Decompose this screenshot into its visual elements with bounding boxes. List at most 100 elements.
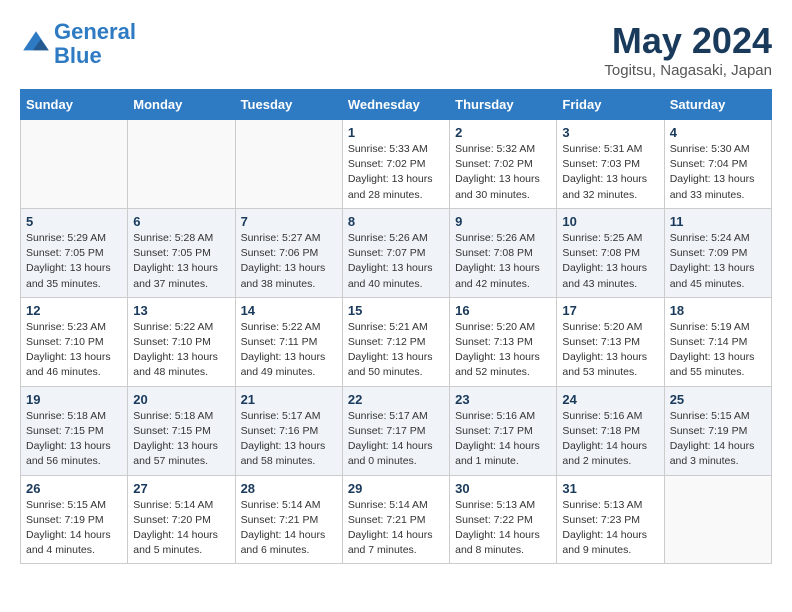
day-detail: Sunrise: 5:22 AMSunset: 7:10 PMDaylight:… bbox=[133, 320, 229, 381]
logo: General Blue bbox=[20, 20, 136, 68]
day-number: 11 bbox=[670, 214, 766, 229]
calendar-cell: 30 Sunrise: 5:13 AMSunset: 7:22 PMDayligh… bbox=[450, 475, 557, 564]
day-number: 19 bbox=[26, 392, 122, 407]
day-number: 20 bbox=[133, 392, 229, 407]
day-detail: Sunrise: 5:30 AMSunset: 7:04 PMDaylight:… bbox=[670, 142, 766, 203]
calendar-week-2: 12 Sunrise: 5:23 AMSunset: 7:10 PMDayligh… bbox=[21, 297, 772, 386]
calendar-cell: 3 Sunrise: 5:31 AMSunset: 7:03 PMDaylight… bbox=[557, 120, 664, 209]
calendar-cell bbox=[21, 120, 128, 209]
location: Togitsu, Nagasaki, Japan bbox=[604, 62, 772, 79]
day-number: 26 bbox=[26, 481, 122, 496]
calendar-cell: 15 Sunrise: 5:21 AMSunset: 7:12 PMDayligh… bbox=[342, 297, 449, 386]
day-number: 4 bbox=[670, 125, 766, 140]
calendar-week-1: 5 Sunrise: 5:29 AMSunset: 7:05 PMDaylight… bbox=[21, 208, 772, 297]
calendar-cell: 9Sunrise: 5:26 AMSunset: 7:08 PMDaylight… bbox=[450, 208, 557, 297]
day-number: 15 bbox=[348, 303, 444, 318]
calendar-cell: 13 Sunrise: 5:22 AMSunset: 7:10 PMDayligh… bbox=[128, 297, 235, 386]
day-number: 6 bbox=[133, 214, 229, 229]
calendar-cell: 4 Sunrise: 5:30 AMSunset: 7:04 PMDaylight… bbox=[664, 120, 771, 209]
calendar-cell: 19Sunrise: 5:18 AMSunset: 7:15 PMDayligh… bbox=[21, 386, 128, 475]
day-detail: Sunrise: 5:23 AMSunset: 7:10 PMDaylight:… bbox=[26, 320, 122, 381]
day-detail: Sunrise: 5:25 AMSunset: 7:08 PMDaylight:… bbox=[562, 231, 658, 292]
day-number: 21 bbox=[241, 392, 337, 407]
calendar-cell: 28Sunrise: 5:14 AMSunset: 7:21 PMDayligh… bbox=[235, 475, 342, 564]
day-detail: Sunrise: 5:17 AMSunset: 7:17 PMDaylight:… bbox=[348, 409, 444, 470]
title-block: May 2024 Togitsu, Nagasaki, Japan bbox=[604, 20, 772, 79]
day-detail: Sunrise: 5:22 AMSunset: 7:11 PMDaylight:… bbox=[241, 320, 337, 381]
day-number: 1 bbox=[348, 125, 444, 140]
calendar-cell: 2 Sunrise: 5:32 AMSunset: 7:02 PMDaylight… bbox=[450, 120, 557, 209]
day-number: 14 bbox=[241, 303, 337, 318]
calendar-table: SundayMondayTuesdayWednesdayThursdayFrid… bbox=[20, 89, 772, 564]
day-detail: Sunrise: 5:13 AMSunset: 7:23 PMDaylight:… bbox=[562, 498, 658, 559]
logo-icon bbox=[20, 28, 52, 60]
day-number: 13 bbox=[133, 303, 229, 318]
calendar-cell: 18Sunrise: 5:19 AMSunset: 7:14 PMDayligh… bbox=[664, 297, 771, 386]
day-number: 23 bbox=[455, 392, 551, 407]
month-title: May 2024 bbox=[604, 20, 772, 62]
day-detail: Sunrise: 5:33 AMSunset: 7:02 PMDaylight:… bbox=[348, 142, 444, 203]
calendar-cell: 21 Sunrise: 5:17 AMSunset: 7:16 PMDayligh… bbox=[235, 386, 342, 475]
day-number: 10 bbox=[562, 214, 658, 229]
day-detail: Sunrise: 5:26 AMSunset: 7:08 PMDaylight:… bbox=[455, 231, 551, 292]
day-detail: Sunrise: 5:32 AMSunset: 7:02 PMDaylight:… bbox=[455, 142, 551, 203]
day-detail: Sunrise: 5:20 AMSunset: 7:13 PMDaylight:… bbox=[562, 320, 658, 381]
calendar-cell bbox=[128, 120, 235, 209]
day-detail: Sunrise: 5:29 AMSunset: 7:05 PMDaylight:… bbox=[26, 231, 122, 292]
calendar-cell: 17Sunrise: 5:20 AMSunset: 7:13 PMDayligh… bbox=[557, 297, 664, 386]
day-detail: Sunrise: 5:24 AMSunset: 7:09 PMDaylight:… bbox=[670, 231, 766, 292]
day-number: 30 bbox=[455, 481, 551, 496]
calendar-week-4: 26 Sunrise: 5:15 AMSunset: 7:19 PMDayligh… bbox=[21, 475, 772, 564]
logo-line2: Blue bbox=[54, 43, 102, 68]
day-detail: Sunrise: 5:14 AMSunset: 7:21 PMDaylight:… bbox=[348, 498, 444, 559]
header-cell-friday: Friday bbox=[557, 90, 664, 120]
day-detail: Sunrise: 5:14 AMSunset: 7:20 PMDaylight:… bbox=[133, 498, 229, 559]
calendar-cell: 1 Sunrise: 5:33 AMSunset: 7:02 PMDaylight… bbox=[342, 120, 449, 209]
day-detail: Sunrise: 5:31 AMSunset: 7:03 PMDaylight:… bbox=[562, 142, 658, 203]
day-number: 31 bbox=[562, 481, 658, 496]
day-detail: Sunrise: 5:20 AMSunset: 7:13 PMDaylight:… bbox=[455, 320, 551, 381]
day-detail: Sunrise: 5:15 AMSunset: 7:19 PMDaylight:… bbox=[670, 409, 766, 470]
day-number: 28 bbox=[241, 481, 337, 496]
header-cell-monday: Monday bbox=[128, 90, 235, 120]
header-cell-sunday: Sunday bbox=[21, 90, 128, 120]
day-number: 25 bbox=[670, 392, 766, 407]
day-number: 24 bbox=[562, 392, 658, 407]
day-detail: Sunrise: 5:27 AMSunset: 7:06 PMDaylight:… bbox=[241, 231, 337, 292]
day-number: 27 bbox=[133, 481, 229, 496]
day-detail: Sunrise: 5:28 AMSunset: 7:05 PMDaylight:… bbox=[133, 231, 229, 292]
calendar-cell: 25 Sunrise: 5:15 AMSunset: 7:19 PMDayligh… bbox=[664, 386, 771, 475]
calendar-cell bbox=[235, 120, 342, 209]
header-cell-wednesday: Wednesday bbox=[342, 90, 449, 120]
day-number: 5 bbox=[26, 214, 122, 229]
day-detail: Sunrise: 5:16 AMSunset: 7:18 PMDaylight:… bbox=[562, 409, 658, 470]
calendar-cell: 29Sunrise: 5:14 AMSunset: 7:21 PMDayligh… bbox=[342, 475, 449, 564]
day-number: 12 bbox=[26, 303, 122, 318]
day-detail: Sunrise: 5:13 AMSunset: 7:22 PMDaylight:… bbox=[455, 498, 551, 559]
calendar-cell: 26 Sunrise: 5:15 AMSunset: 7:19 PMDayligh… bbox=[21, 475, 128, 564]
calendar-body: 1 Sunrise: 5:33 AMSunset: 7:02 PMDaylight… bbox=[21, 120, 772, 564]
calendar-cell: 27 Sunrise: 5:14 AMSunset: 7:20 PMDayligh… bbox=[128, 475, 235, 564]
day-number: 22 bbox=[348, 392, 444, 407]
calendar-header: SundayMondayTuesdayWednesdayThursdayFrid… bbox=[21, 90, 772, 120]
calendar-week-0: 1 Sunrise: 5:33 AMSunset: 7:02 PMDaylight… bbox=[21, 120, 772, 209]
day-detail: Sunrise: 5:21 AMSunset: 7:12 PMDaylight:… bbox=[348, 320, 444, 381]
calendar-cell: 12 Sunrise: 5:23 AMSunset: 7:10 PMDayligh… bbox=[21, 297, 128, 386]
day-number: 16 bbox=[455, 303, 551, 318]
header-cell-thursday: Thursday bbox=[450, 90, 557, 120]
calendar-cell: 8Sunrise: 5:26 AMSunset: 7:07 PMDaylight… bbox=[342, 208, 449, 297]
calendar-cell: 11 Sunrise: 5:24 AMSunset: 7:09 PMDayligh… bbox=[664, 208, 771, 297]
calendar-cell bbox=[664, 475, 771, 564]
header-row: SundayMondayTuesdayWednesdayThursdayFrid… bbox=[21, 90, 772, 120]
calendar-cell: 7Sunrise: 5:27 AMSunset: 7:06 PMDaylight… bbox=[235, 208, 342, 297]
day-detail: Sunrise: 5:26 AMSunset: 7:07 PMDaylight:… bbox=[348, 231, 444, 292]
logo-text: General Blue bbox=[54, 20, 136, 68]
calendar-cell: 14 Sunrise: 5:22 AMSunset: 7:11 PMDayligh… bbox=[235, 297, 342, 386]
calendar-cell: 16 Sunrise: 5:20 AMSunset: 7:13 PMDayligh… bbox=[450, 297, 557, 386]
day-number: 18 bbox=[670, 303, 766, 318]
day-number: 3 bbox=[562, 125, 658, 140]
day-number: 2 bbox=[455, 125, 551, 140]
header-cell-tuesday: Tuesday bbox=[235, 90, 342, 120]
day-detail: Sunrise: 5:15 AMSunset: 7:19 PMDaylight:… bbox=[26, 498, 122, 559]
day-detail: Sunrise: 5:17 AMSunset: 7:16 PMDaylight:… bbox=[241, 409, 337, 470]
